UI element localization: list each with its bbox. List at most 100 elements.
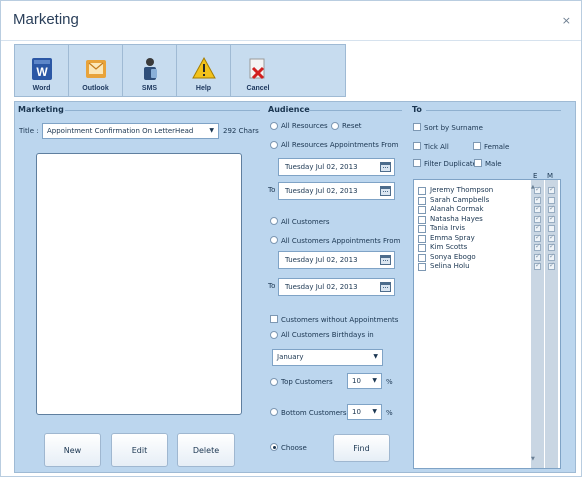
recipient-checkbox[interactable] bbox=[418, 225, 426, 233]
mobile-checkbox[interactable] bbox=[548, 214, 555, 223]
email-checkbox[interactable] bbox=[534, 242, 541, 251]
calendar-icon[interactable] bbox=[380, 186, 391, 196]
customers-without-appts-checkbox[interactable] bbox=[270, 315, 278, 323]
word-button[interactable]: W Word bbox=[15, 45, 69, 96]
mobile-checkbox[interactable] bbox=[548, 233, 555, 242]
email-checkbox[interactable] bbox=[534, 214, 541, 223]
customers-date-from[interactable]: Tuesday Jul 02, 2013 bbox=[278, 251, 395, 269]
list-item[interactable]: Sarah Campbells bbox=[418, 196, 489, 205]
message-textarea[interactable] bbox=[36, 153, 242, 415]
sort-by-surname-label: Sort by Surname bbox=[424, 124, 483, 132]
recipient-checkbox[interactable] bbox=[418, 215, 426, 224]
find-button[interactable]: Find bbox=[333, 434, 390, 462]
female-label: Female bbox=[484, 143, 510, 151]
list-item[interactable]: Natasha Hayes bbox=[418, 215, 483, 224]
all-resources-appts-radio[interactable] bbox=[270, 141, 278, 149]
outlook-button[interactable]: Outlook bbox=[69, 45, 123, 96]
email-checkbox[interactable] bbox=[534, 195, 541, 204]
top-customers-value: 10 bbox=[352, 377, 361, 385]
recipient-list[interactable]: ▲ ▼ Jeremy ThompsonSarah CampbellsAlanah… bbox=[413, 179, 561, 469]
list-item[interactable]: Kim Scotts bbox=[418, 243, 468, 252]
mobile-checkbox[interactable] bbox=[548, 225, 555, 232]
bottom-customers-radio[interactable] bbox=[270, 408, 278, 416]
recipient-name: Selina Holu bbox=[430, 262, 470, 270]
help-icon bbox=[191, 56, 216, 79]
resources-date-from-value: Tuesday Jul 02, 2013 bbox=[285, 163, 358, 171]
mobile-checkbox[interactable] bbox=[548, 196, 555, 204]
title-select[interactable]: Appointment Confirmation On LetterHead ▼ bbox=[42, 123, 219, 139]
top-customers-label: Top Customers bbox=[281, 378, 333, 386]
resources-date-to[interactable]: Tuesday Jul 02, 2013 bbox=[278, 182, 395, 200]
title-label: Title : bbox=[19, 127, 39, 135]
word-icon: W bbox=[31, 58, 52, 80]
recipient-checkbox[interactable] bbox=[418, 187, 426, 195]
chars-count: 292 Chars bbox=[223, 127, 259, 135]
email-checkbox[interactable] bbox=[534, 252, 541, 261]
recipient-name: Kim Scotts bbox=[430, 243, 468, 251]
cancel-button[interactable]: Cancel bbox=[231, 45, 285, 96]
mobile-checkbox[interactable] bbox=[548, 204, 555, 213]
recipient-name: Tania Irvis bbox=[430, 224, 465, 232]
chevron-down-icon: ▼ bbox=[209, 127, 214, 134]
month-select[interactable]: January ▼ bbox=[272, 349, 383, 366]
list-item[interactable]: Jeremy Thompson bbox=[418, 186, 494, 195]
email-checkbox[interactable] bbox=[534, 204, 541, 213]
list-item[interactable]: Emma Spray bbox=[418, 234, 475, 243]
email-checkbox[interactable] bbox=[534, 223, 541, 232]
top-customers-select[interactable]: 10 ▼ bbox=[347, 373, 382, 389]
mobile-checkbox[interactable] bbox=[548, 252, 555, 261]
recipient-name: Jeremy Thompson bbox=[430, 186, 494, 194]
top-customers-radio[interactable] bbox=[270, 378, 278, 386]
sort-by-surname-checkbox[interactable] bbox=[413, 123, 421, 131]
scroll-down-icon[interactable]: ▼ bbox=[531, 456, 535, 462]
tick-all-label: Tick All bbox=[424, 143, 449, 151]
chevron-down-icon: ▼ bbox=[373, 353, 378, 360]
female-checkbox[interactable] bbox=[473, 142, 481, 150]
mobile-checkbox[interactable] bbox=[548, 242, 555, 251]
sms-button[interactable]: SMS bbox=[123, 45, 177, 96]
reset-radio[interactable] bbox=[331, 122, 339, 130]
birthdays-radio[interactable] bbox=[270, 331, 278, 339]
recipient-checkbox[interactable] bbox=[418, 234, 426, 243]
customers-date-to[interactable]: Tuesday Jul 02, 2013 bbox=[278, 278, 395, 296]
help-button[interactable]: Help bbox=[177, 45, 231, 96]
list-item[interactable]: Alanah Cormak bbox=[418, 205, 484, 214]
reset-label: Reset bbox=[342, 122, 362, 130]
calendar-icon[interactable] bbox=[380, 162, 391, 172]
mobile-checkbox[interactable] bbox=[548, 261, 555, 270]
all-customers-appts-radio[interactable] bbox=[270, 236, 278, 244]
recipient-checkbox[interactable] bbox=[418, 253, 426, 262]
marketing-group-divider bbox=[65, 110, 260, 111]
recipient-checkbox[interactable] bbox=[418, 206, 426, 214]
male-label: Male bbox=[485, 160, 502, 168]
recipient-checkbox[interactable] bbox=[418, 244, 426, 252]
bottom-customers-select[interactable]: 10 ▼ bbox=[347, 404, 382, 420]
recipient-checkbox[interactable] bbox=[418, 196, 426, 205]
help-label: Help bbox=[195, 85, 212, 92]
list-item[interactable]: Sonya Ebogo bbox=[418, 253, 476, 262]
list-item[interactable]: Tania Irvis bbox=[418, 224, 465, 233]
filter-duplicates-checkbox[interactable] bbox=[413, 159, 421, 167]
all-resources-radio[interactable] bbox=[270, 122, 278, 130]
resources-date-from[interactable]: Tuesday Jul 02, 2013 bbox=[278, 158, 395, 176]
calendar-icon[interactable] bbox=[380, 282, 391, 292]
birthdays-label: All Customers Birthdays in bbox=[281, 331, 374, 339]
recipient-checkbox[interactable] bbox=[418, 263, 426, 271]
calendar-icon[interactable] bbox=[380, 255, 391, 265]
all-customers-radio[interactable] bbox=[270, 217, 278, 225]
customers-without-appts-label: Customers without Appointments bbox=[281, 316, 399, 324]
outlook-label: Outlook bbox=[82, 85, 109, 92]
list-item[interactable]: Selina Holu bbox=[418, 262, 470, 271]
close-icon[interactable]: × bbox=[562, 14, 571, 27]
email-checkbox[interactable] bbox=[534, 261, 541, 270]
resources-date-to-value: Tuesday Jul 02, 2013 bbox=[285, 187, 358, 195]
choose-radio[interactable] bbox=[270, 443, 278, 451]
edit-button[interactable]: Edit bbox=[111, 433, 168, 467]
mobile-checkbox[interactable] bbox=[548, 185, 555, 194]
tick-all-checkbox[interactable] bbox=[413, 142, 421, 150]
email-checkbox[interactable] bbox=[534, 233, 541, 242]
new-button[interactable]: New bbox=[44, 433, 101, 467]
delete-button[interactable]: Delete bbox=[177, 433, 235, 467]
email-checkbox[interactable] bbox=[534, 185, 541, 194]
male-checkbox[interactable] bbox=[474, 159, 482, 167]
